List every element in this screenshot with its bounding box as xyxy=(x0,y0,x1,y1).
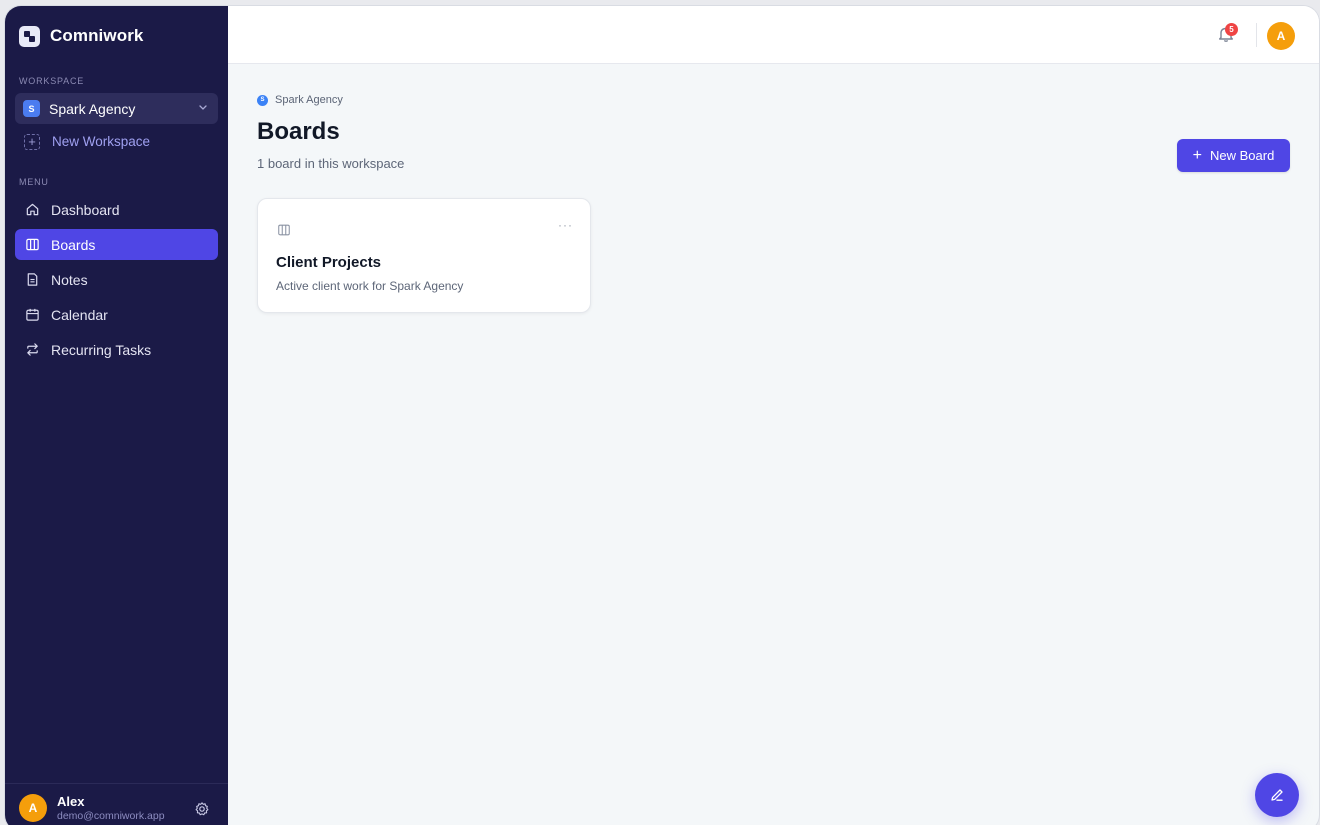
comniwork-logo-icon xyxy=(19,25,40,47)
workspace-section-label: WORKSPACE xyxy=(19,76,85,86)
plus-icon: + xyxy=(24,133,40,150)
sidebar-item-label: Notes xyxy=(51,271,88,288)
avatar[interactable]: A xyxy=(1267,22,1295,50)
sidebar-item-boards[interactable]: Boards xyxy=(15,229,218,260)
page-subtitle: 1 board in this workspace xyxy=(257,156,405,171)
sidebar-item-label: Calendar xyxy=(51,306,108,323)
topbar: 5 A xyxy=(228,6,1319,64)
plus-icon: + xyxy=(1192,146,1203,164)
calendar-icon xyxy=(26,308,39,321)
gear-icon[interactable] xyxy=(194,801,210,817)
brand[interactable]: Comniwork xyxy=(5,6,228,66)
board-icon xyxy=(278,224,290,236)
breadcrumb: S Spark Agency xyxy=(257,94,343,106)
new-workspace-label: New Workspace xyxy=(52,134,151,149)
workspace-name: Spark Agency xyxy=(49,100,136,117)
note-icon xyxy=(27,273,38,286)
new-workspace-button[interactable]: + New Workspace xyxy=(5,133,228,150)
board-title: Client Projects xyxy=(276,254,382,271)
sidebar-item-dashboard[interactable]: Dashboard xyxy=(15,194,218,225)
board-icon xyxy=(26,238,39,251)
app-name: Comniwork xyxy=(50,26,144,45)
app-window: Comniwork WORKSPACE S Spark Agency + New… xyxy=(5,6,1319,825)
sidebar: Comniwork WORKSPACE S Spark Agency + New… xyxy=(5,6,228,825)
sidebar-item-notes[interactable]: Notes xyxy=(15,264,218,295)
sidebar-item-label: Dashboard xyxy=(51,201,120,218)
user-profile[interactable]: A Alex demo@comniwork.app xyxy=(5,783,228,825)
main-content: 5 A S Spark Agency Boards 1 board in thi… xyxy=(228,6,1319,825)
sidebar-item-calendar[interactable]: Calendar xyxy=(15,299,218,330)
workspace-selector[interactable]: S Spark Agency xyxy=(15,93,218,124)
more-options-icon[interactable]: ··· xyxy=(558,218,573,232)
board-description: Active client work for Spark Agency xyxy=(276,279,464,293)
user-email: demo@comniwork.app xyxy=(57,809,165,822)
sidebar-nav: Dashboard Boards Notes Calendar Recurrin… xyxy=(5,194,228,365)
page-title: Boards xyxy=(257,118,340,145)
user-info: Alex demo@comniwork.app xyxy=(57,794,165,822)
avatar: A xyxy=(19,793,47,822)
breadcrumb-workspace[interactable]: Spark Agency xyxy=(275,94,343,106)
board-card[interactable]: ··· Client Projects Active client work f… xyxy=(257,198,591,313)
new-board-label: New Board xyxy=(1210,148,1275,163)
sidebar-item-label: Boards xyxy=(51,236,96,253)
user-name: Alex xyxy=(57,793,85,809)
pencil-icon xyxy=(1271,789,1283,801)
sidebar-item-label: Recurring Tasks xyxy=(51,341,152,358)
new-board-button[interactable]: + New Board xyxy=(1177,139,1290,172)
repeat-icon xyxy=(27,343,38,356)
workspace-badge: S xyxy=(23,100,40,117)
home-icon xyxy=(26,203,39,216)
topbar-divider xyxy=(1256,23,1257,47)
notification-badge: 5 xyxy=(1225,23,1238,36)
workspace-badge: S xyxy=(257,94,268,106)
menu-section-label: MENU xyxy=(19,177,49,187)
sidebar-item-recurring-tasks[interactable]: Recurring Tasks xyxy=(15,334,218,365)
chevron-down-icon xyxy=(199,105,207,110)
quick-note-button[interactable] xyxy=(1255,773,1299,817)
